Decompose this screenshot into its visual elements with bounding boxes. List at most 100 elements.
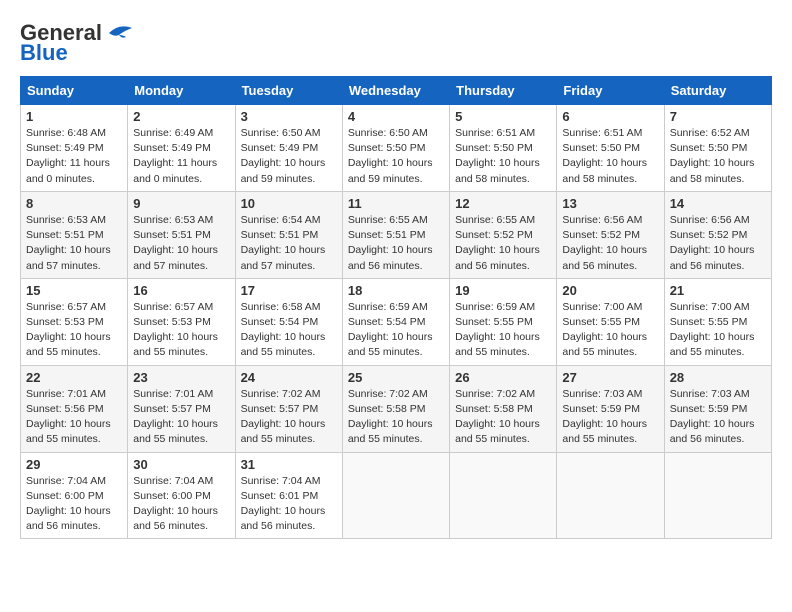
- calendar-cell: 17 Sunrise: 6:58 AM Sunset: 5:54 PM Dayl…: [235, 278, 342, 365]
- day-number: 20: [562, 283, 658, 298]
- calendar-cell: 7 Sunrise: 6:52 AM Sunset: 5:50 PM Dayli…: [664, 105, 771, 192]
- calendar-cell: [450, 452, 557, 539]
- day-number: 18: [348, 283, 444, 298]
- day-info: Sunrise: 7:01 AM Sunset: 5:56 PM Dayligh…: [26, 387, 122, 448]
- week-row-1: 1 Sunrise: 6:48 AM Sunset: 5:49 PM Dayli…: [21, 105, 772, 192]
- day-info: Sunrise: 6:56 AM Sunset: 5:52 PM Dayligh…: [670, 213, 766, 274]
- day-number: 13: [562, 196, 658, 211]
- calendar-cell: 14 Sunrise: 6:56 AM Sunset: 5:52 PM Dayl…: [664, 191, 771, 278]
- day-info: Sunrise: 6:52 AM Sunset: 5:50 PM Dayligh…: [670, 126, 766, 187]
- day-number: 4: [348, 109, 444, 124]
- day-number: 11: [348, 196, 444, 211]
- day-number: 6: [562, 109, 658, 124]
- day-info: Sunrise: 7:04 AM Sunset: 6:00 PM Dayligh…: [133, 474, 229, 535]
- day-number: 5: [455, 109, 551, 124]
- calendar-cell: [342, 452, 449, 539]
- day-number: 31: [241, 457, 337, 472]
- calendar-cell: 15 Sunrise: 6:57 AM Sunset: 5:53 PM Dayl…: [21, 278, 128, 365]
- logo-blue-text: Blue: [20, 40, 68, 66]
- calendar-cell: 27 Sunrise: 7:03 AM Sunset: 5:59 PM Dayl…: [557, 365, 664, 452]
- day-info: Sunrise: 7:02 AM Sunset: 5:58 PM Dayligh…: [348, 387, 444, 448]
- day-info: Sunrise: 6:55 AM Sunset: 5:52 PM Dayligh…: [455, 213, 551, 274]
- day-number: 27: [562, 370, 658, 385]
- calendar-cell: 23 Sunrise: 7:01 AM Sunset: 5:57 PM Dayl…: [128, 365, 235, 452]
- day-info: Sunrise: 6:49 AM Sunset: 5:49 PM Dayligh…: [133, 126, 229, 187]
- day-info: Sunrise: 6:54 AM Sunset: 5:51 PM Dayligh…: [241, 213, 337, 274]
- day-number: 9: [133, 196, 229, 211]
- day-info: Sunrise: 6:56 AM Sunset: 5:52 PM Dayligh…: [562, 213, 658, 274]
- col-header-wednesday: Wednesday: [342, 77, 449, 105]
- day-number: 30: [133, 457, 229, 472]
- day-info: Sunrise: 7:04 AM Sunset: 6:00 PM Dayligh…: [26, 474, 122, 535]
- day-info: Sunrise: 6:55 AM Sunset: 5:51 PM Dayligh…: [348, 213, 444, 274]
- day-info: Sunrise: 7:01 AM Sunset: 5:57 PM Dayligh…: [133, 387, 229, 448]
- week-row-2: 8 Sunrise: 6:53 AM Sunset: 5:51 PM Dayli…: [21, 191, 772, 278]
- calendar-table: SundayMondayTuesdayWednesdayThursdayFrid…: [20, 76, 772, 539]
- day-number: 23: [133, 370, 229, 385]
- day-info: Sunrise: 7:03 AM Sunset: 5:59 PM Dayligh…: [670, 387, 766, 448]
- calendar-cell: 19 Sunrise: 6:59 AM Sunset: 5:55 PM Dayl…: [450, 278, 557, 365]
- col-header-monday: Monday: [128, 77, 235, 105]
- day-number: 21: [670, 283, 766, 298]
- day-info: Sunrise: 6:57 AM Sunset: 5:53 PM Dayligh…: [26, 300, 122, 361]
- day-number: 12: [455, 196, 551, 211]
- day-info: Sunrise: 7:04 AM Sunset: 6:01 PM Dayligh…: [241, 474, 337, 535]
- day-info: Sunrise: 6:50 AM Sunset: 5:49 PM Dayligh…: [241, 126, 337, 187]
- calendar-cell: 24 Sunrise: 7:02 AM Sunset: 5:57 PM Dayl…: [235, 365, 342, 452]
- logo: General Blue: [20, 20, 134, 66]
- calendar-cell: 11 Sunrise: 6:55 AM Sunset: 5:51 PM Dayl…: [342, 191, 449, 278]
- week-row-3: 15 Sunrise: 6:57 AM Sunset: 5:53 PM Dayl…: [21, 278, 772, 365]
- calendar-cell: 5 Sunrise: 6:51 AM Sunset: 5:50 PM Dayli…: [450, 105, 557, 192]
- week-row-5: 29 Sunrise: 7:04 AM Sunset: 6:00 PM Dayl…: [21, 452, 772, 539]
- day-number: 26: [455, 370, 551, 385]
- col-header-tuesday: Tuesday: [235, 77, 342, 105]
- day-info: Sunrise: 6:58 AM Sunset: 5:54 PM Dayligh…: [241, 300, 337, 361]
- calendar-cell: 2 Sunrise: 6:49 AM Sunset: 5:49 PM Dayli…: [128, 105, 235, 192]
- day-info: Sunrise: 6:59 AM Sunset: 5:55 PM Dayligh…: [455, 300, 551, 361]
- calendar-cell: 6 Sunrise: 6:51 AM Sunset: 5:50 PM Dayli…: [557, 105, 664, 192]
- calendar-cell: 10 Sunrise: 6:54 AM Sunset: 5:51 PM Dayl…: [235, 191, 342, 278]
- calendar-cell: 9 Sunrise: 6:53 AM Sunset: 5:51 PM Dayli…: [128, 191, 235, 278]
- calendar-cell: 31 Sunrise: 7:04 AM Sunset: 6:01 PM Dayl…: [235, 452, 342, 539]
- day-number: 29: [26, 457, 122, 472]
- day-info: Sunrise: 6:48 AM Sunset: 5:49 PM Dayligh…: [26, 126, 122, 187]
- calendar-cell: 12 Sunrise: 6:55 AM Sunset: 5:52 PM Dayl…: [450, 191, 557, 278]
- day-number: 1: [26, 109, 122, 124]
- day-number: 8: [26, 196, 122, 211]
- day-info: Sunrise: 6:51 AM Sunset: 5:50 PM Dayligh…: [562, 126, 658, 187]
- day-number: 25: [348, 370, 444, 385]
- calendar-cell: 26 Sunrise: 7:02 AM Sunset: 5:58 PM Dayl…: [450, 365, 557, 452]
- col-header-saturday: Saturday: [664, 77, 771, 105]
- col-header-thursday: Thursday: [450, 77, 557, 105]
- calendar-cell: 29 Sunrise: 7:04 AM Sunset: 6:00 PM Dayl…: [21, 452, 128, 539]
- calendar-cell: 1 Sunrise: 6:48 AM Sunset: 5:49 PM Dayli…: [21, 105, 128, 192]
- day-info: Sunrise: 7:00 AM Sunset: 5:55 PM Dayligh…: [562, 300, 658, 361]
- calendar-cell: 20 Sunrise: 7:00 AM Sunset: 5:55 PM Dayl…: [557, 278, 664, 365]
- day-info: Sunrise: 6:59 AM Sunset: 5:54 PM Dayligh…: [348, 300, 444, 361]
- day-number: 24: [241, 370, 337, 385]
- day-info: Sunrise: 6:51 AM Sunset: 5:50 PM Dayligh…: [455, 126, 551, 187]
- calendar-cell: 4 Sunrise: 6:50 AM Sunset: 5:50 PM Dayli…: [342, 105, 449, 192]
- day-number: 2: [133, 109, 229, 124]
- day-number: 16: [133, 283, 229, 298]
- day-number: 3: [241, 109, 337, 124]
- day-number: 15: [26, 283, 122, 298]
- calendar-cell: [664, 452, 771, 539]
- page-header: General Blue: [20, 20, 772, 66]
- calendar-cell: 8 Sunrise: 6:53 AM Sunset: 5:51 PM Dayli…: [21, 191, 128, 278]
- day-number: 28: [670, 370, 766, 385]
- day-info: Sunrise: 6:53 AM Sunset: 5:51 PM Dayligh…: [26, 213, 122, 274]
- day-info: Sunrise: 7:03 AM Sunset: 5:59 PM Dayligh…: [562, 387, 658, 448]
- day-info: Sunrise: 7:00 AM Sunset: 5:55 PM Dayligh…: [670, 300, 766, 361]
- calendar-cell: 18 Sunrise: 6:59 AM Sunset: 5:54 PM Dayl…: [342, 278, 449, 365]
- day-info: Sunrise: 7:02 AM Sunset: 5:58 PM Dayligh…: [455, 387, 551, 448]
- calendar-cell: 16 Sunrise: 6:57 AM Sunset: 5:53 PM Dayl…: [128, 278, 235, 365]
- calendar-cell: 13 Sunrise: 6:56 AM Sunset: 5:52 PM Dayl…: [557, 191, 664, 278]
- calendar-cell: 3 Sunrise: 6:50 AM Sunset: 5:49 PM Dayli…: [235, 105, 342, 192]
- day-number: 14: [670, 196, 766, 211]
- calendar-cell: [557, 452, 664, 539]
- week-row-4: 22 Sunrise: 7:01 AM Sunset: 5:56 PM Dayl…: [21, 365, 772, 452]
- calendar-cell: 22 Sunrise: 7:01 AM Sunset: 5:56 PM Dayl…: [21, 365, 128, 452]
- logo-bird-icon: [104, 23, 134, 43]
- day-number: 19: [455, 283, 551, 298]
